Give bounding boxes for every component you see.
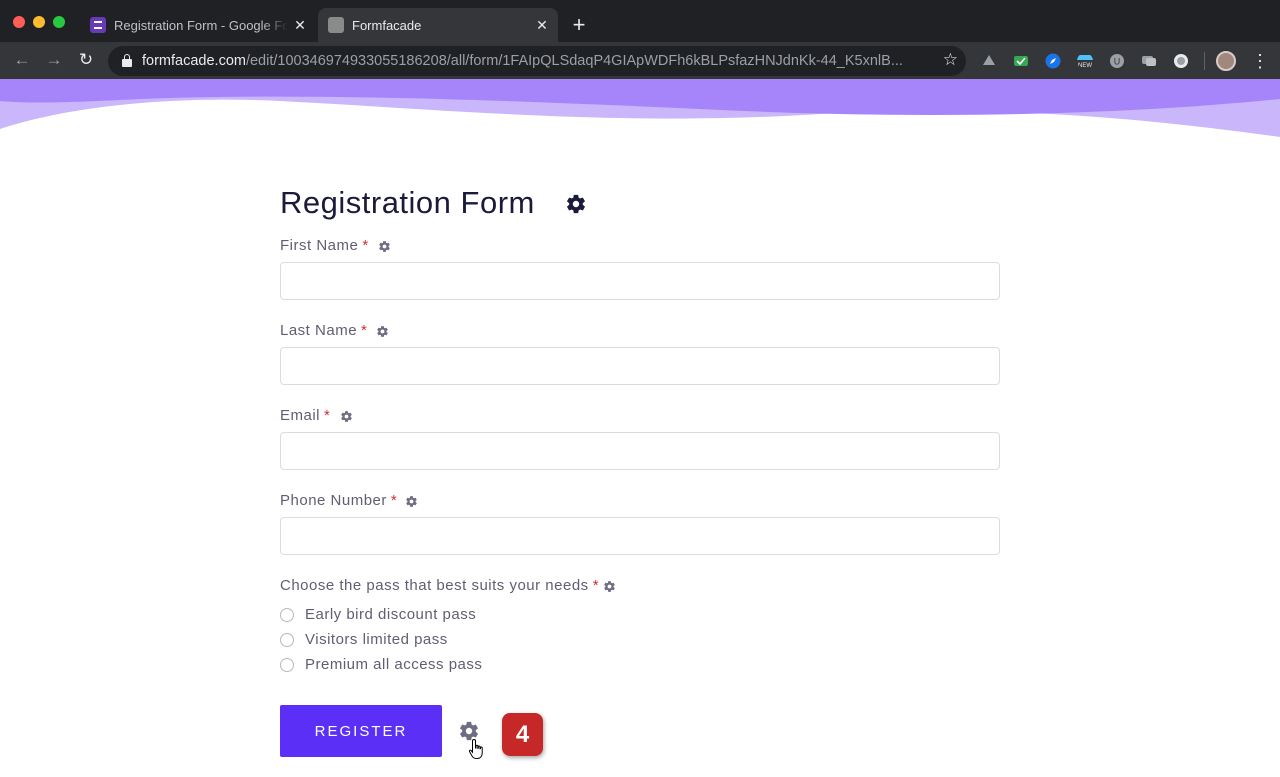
pass-choice-settings-gear-icon[interactable] (603, 580, 616, 593)
u-icon[interactable]: U (1109, 53, 1125, 69)
forward-arrow-icon[interactable]: → (42, 48, 66, 72)
pointer-hand-cursor-icon (468, 738, 483, 759)
form-settings-gear-icon[interactable] (565, 193, 587, 215)
radio-option-label: Early bird discount pass (305, 606, 477, 623)
back-arrow-icon[interactable]: ← (10, 48, 34, 72)
close-window-button[interactable] (13, 16, 25, 28)
tab-close-button[interactable]: ✕ (530, 17, 554, 34)
radio-circle[interactable] (280, 607, 294, 622)
maximize-window-button[interactable] (53, 16, 65, 28)
pass-choice-label: Choose the pass that best suits your nee… (280, 577, 599, 594)
last-name-input[interactable] (280, 347, 1000, 385)
reload-icon[interactable]: ↻ (74, 48, 98, 72)
last-name-label: Last Name * (280, 322, 367, 339)
field-label-text: Last Name (280, 322, 358, 339)
svg-text:NEW: NEW (1078, 63, 1092, 69)
url-path: /edit/100346974933055186208/all/form/1FA… (245, 53, 903, 69)
tab-title: Registration Form - Google Forms (114, 17, 288, 33)
email-settings-gear-icon[interactable] (340, 410, 353, 423)
first-name-input[interactable] (280, 262, 1000, 300)
chat-icon[interactable] (1141, 53, 1157, 69)
new-tab-button[interactable]: + (566, 12, 592, 38)
first-name-settings-gear-icon[interactable] (378, 240, 391, 253)
browser-toolbar: ← → ↻ formfacade.com/edit/10034697493305… (0, 42, 1280, 79)
required-mark: * (592, 577, 600, 594)
required-mark: * (390, 492, 398, 509)
field-label-text: Email (280, 407, 321, 424)
minimize-window-button[interactable] (33, 16, 45, 28)
mail-check-icon[interactable] (1013, 53, 1029, 69)
address-bar[interactable]: formfacade.com/edit/10034697493305518620… (108, 46, 966, 76)
formfacade-favicon-icon (328, 17, 344, 33)
tab-formfacade[interactable]: Formfacade ✕ (318, 8, 558, 42)
google-forms-icon (90, 17, 106, 33)
browser-tab-bar: Registration Form - Google Forms ✕ Formf… (0, 0, 1280, 42)
new-badge-icon[interactable]: NEW (1077, 53, 1093, 69)
more-menu-icon[interactable]: ⋮ (1251, 50, 1269, 72)
step-number-badge: 4 (502, 713, 543, 756)
header-wave-banner (0, 79, 1280, 141)
radio-circle[interactable] (280, 632, 294, 647)
svg-text:U: U (1114, 57, 1121, 67)
radio-option-early-bird[interactable]: Early bird discount pass (280, 606, 476, 623)
field-label-text: Phone Number (280, 492, 387, 509)
profile-avatar[interactable] (1216, 51, 1236, 71)
first-name-label: First Name * (280, 237, 369, 254)
circle-icon[interactable] (1173, 53, 1189, 69)
lock-icon (122, 54, 132, 67)
required-mark: * (361, 322, 368, 339)
phone-number-settings-gear-icon[interactable] (405, 495, 418, 508)
radio-option-visitors[interactable]: Visitors limited pass (280, 631, 448, 648)
email-label: Email * (280, 407, 330, 424)
email-input[interactable] (280, 432, 1000, 470)
field-label-text: First Name (280, 237, 359, 254)
form-title: Registration Form (280, 185, 535, 220)
phone-number-input[interactable] (280, 517, 1000, 555)
radio-option-label: Premium all access pass (305, 656, 483, 673)
tab-close-button[interactable]: ✕ (288, 17, 312, 34)
url-host: formfacade.com (142, 53, 246, 69)
radio-circle[interactable] (280, 657, 294, 672)
register-button[interactable]: REGISTER (280, 705, 442, 757)
last-name-settings-gear-icon[interactable] (376, 325, 389, 338)
radio-option-label: Visitors limited pass (305, 631, 448, 648)
compass-icon[interactable] (1045, 53, 1061, 69)
phone-number-label: Phone Number * (280, 492, 397, 509)
url-text[interactable]: formfacade.com/edit/10034697493305518620… (142, 53, 922, 69)
radio-option-premium[interactable]: Premium all access pass (280, 656, 482, 673)
tab-google-forms[interactable]: Registration Form - Google Forms ✕ (80, 8, 316, 42)
drive-icon[interactable] (981, 53, 997, 69)
tab-title: Formfacade (352, 17, 422, 33)
toolbar-separator (1204, 52, 1205, 70)
required-mark: * (324, 407, 331, 424)
required-mark: * (362, 237, 369, 254)
field-label-text: Choose the pass that best suits your nee… (280, 577, 589, 594)
bookmark-star-icon[interactable]: ☆ (943, 50, 958, 70)
